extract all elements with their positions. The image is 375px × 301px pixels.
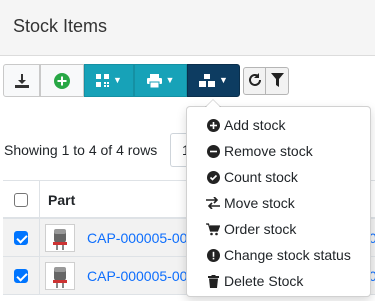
panel-header: Stock Items	[0, 0, 375, 56]
stock-actions-menu: Add stock Remove stock Count stock Move …	[186, 99, 371, 297]
menu-item-count-stock[interactable]: Count stock	[187, 164, 370, 190]
refresh-button[interactable]	[243, 67, 266, 95]
menu-item-add-stock[interactable]: Add stock	[187, 112, 370, 138]
stock-toolbar: ▼ ▼ ▼	[3, 64, 240, 97]
menu-item-delete-stock[interactable]: Delete Stock	[187, 268, 370, 294]
part-thumbnail	[45, 262, 75, 290]
menu-item-label: Add stock	[224, 117, 286, 133]
pagination-info: Showing 1 to 4 of 4 rows	[4, 142, 158, 158]
trash-icon	[206, 274, 220, 288]
barcode-dropdown-button[interactable]: ▼	[84, 64, 134, 97]
table-tools	[243, 67, 289, 95]
menu-item-change-stock-status[interactable]: Change stock status	[187, 242, 370, 268]
menu-item-move-stock[interactable]: Move stock	[187, 190, 370, 216]
part-thumbnail	[45, 224, 75, 252]
exclamation-circle-icon	[206, 248, 220, 262]
plus-circle-icon	[206, 118, 220, 132]
row-checkbox-cell	[3, 257, 40, 295]
select-all-cell	[3, 181, 40, 219]
minus-circle-icon	[206, 144, 220, 158]
select-all-checkbox[interactable]	[14, 193, 28, 207]
menu-item-label: Order stock	[224, 221, 297, 237]
shopping-cart-icon	[206, 222, 220, 236]
print-icon	[146, 73, 162, 88]
qrcode-icon	[96, 74, 110, 87]
row-checkbox[interactable]	[14, 231, 28, 245]
part-link[interactable]: CAP-000005-00	[87, 230, 187, 246]
part-link[interactable]: CAP-000005-00	[87, 268, 187, 284]
page-title: Stock Items	[13, 16, 108, 36]
menu-item-label: Change stock status	[224, 247, 351, 263]
plus-circle-icon	[54, 72, 70, 89]
menu-item-label: Remove stock	[224, 143, 313, 159]
filter-icon	[270, 72, 284, 90]
menu-item-order-stock[interactable]: Order stock	[187, 216, 370, 242]
menu-item-remove-stock[interactable]: Remove stock	[187, 138, 370, 164]
stock-actions-dropdown-button[interactable]: ▼	[187, 64, 240, 97]
add-stock-button[interactable]	[40, 64, 84, 97]
print-dropdown-button[interactable]: ▼	[134, 64, 187, 97]
download-button[interactable]	[3, 64, 40, 97]
exchange-icon	[206, 196, 220, 210]
download-icon	[14, 73, 29, 88]
menu-item-label: Count stock	[224, 169, 298, 185]
chevron-down-icon: ▼	[219, 75, 228, 85]
refresh-icon	[248, 72, 262, 90]
menu-item-label: Move stock	[224, 195, 295, 211]
row-checkbox[interactable]	[14, 269, 28, 283]
column-header-part[interactable]: Part	[48, 192, 75, 208]
chevron-down-icon: ▼	[165, 75, 175, 85]
chevron-down-icon: ▼	[113, 75, 122, 85]
filter-button[interactable]	[266, 67, 289, 95]
boxes-icon	[199, 74, 216, 87]
row-checkbox-cell	[3, 219, 40, 257]
menu-item-label: Delete Stock	[224, 273, 304, 289]
check-circle-icon	[206, 170, 220, 184]
